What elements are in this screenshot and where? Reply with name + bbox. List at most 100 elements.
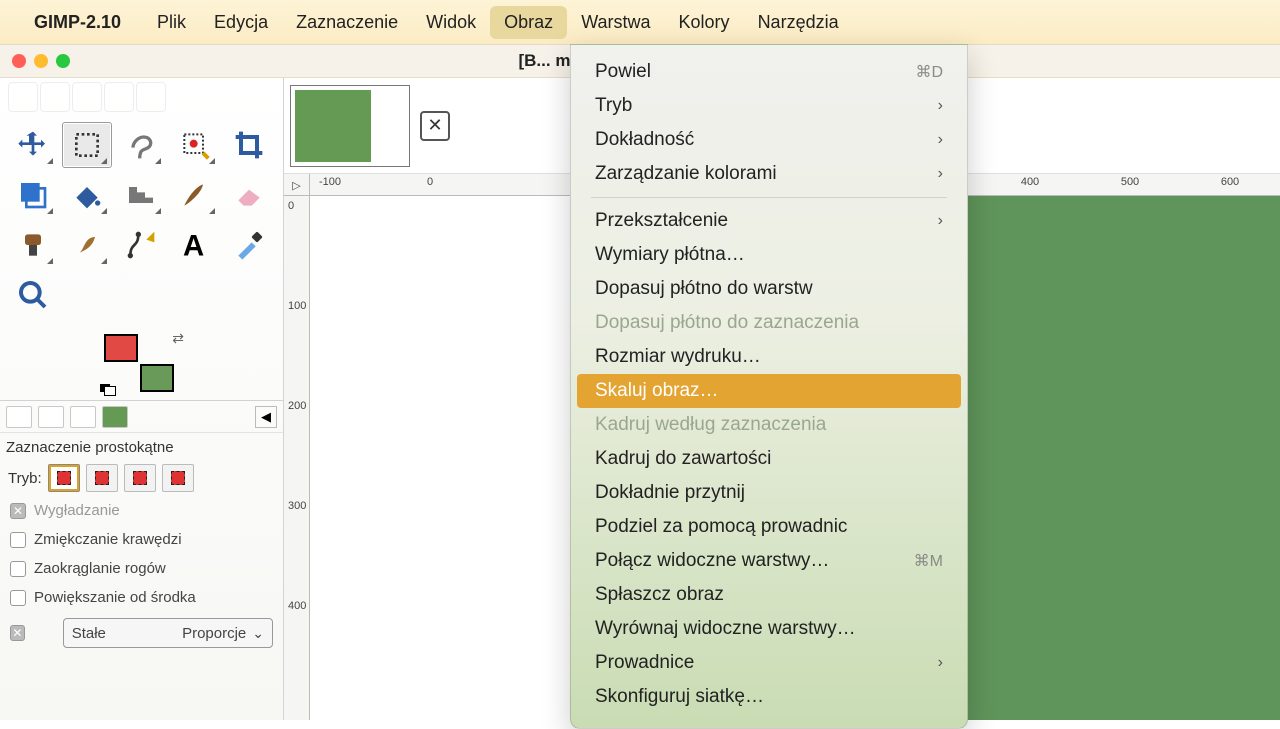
menu-item-label: Skonfiguruj siatkę… (595, 686, 764, 708)
expand-label: Powiększanie od środka (34, 589, 196, 606)
menu-item[interactable]: Kadruj do zawartości (577, 442, 961, 476)
menu-item[interactable]: Skaluj obraz… (577, 374, 961, 408)
menu-plik[interactable]: Plik (143, 6, 200, 39)
chevron-right-icon: › (938, 97, 943, 115)
tool-crop[interactable] (224, 122, 274, 168)
ruler-tick: 400 (288, 600, 306, 612)
menu-narzedzia[interactable]: Narzędzia (744, 6, 853, 39)
reset-colors-icon[interactable] (100, 384, 116, 396)
tool-transform[interactable] (8, 172, 58, 218)
menu-item-label: Podziel za pomocą prowadnic (595, 516, 847, 538)
tool-move[interactable] (8, 122, 58, 168)
menu-widok[interactable]: Widok (412, 6, 490, 39)
menu-item-label: Kadruj według zaznaczenia (595, 414, 826, 436)
ruler-tick: 0 (288, 200, 294, 212)
tool-fuzzy-select[interactable] (170, 122, 220, 168)
tool-clone[interactable] (8, 222, 58, 268)
mode-intersect[interactable] (162, 464, 194, 492)
mode-subtract[interactable] (124, 464, 156, 492)
tool-paintbrush[interactable] (170, 172, 220, 218)
menu-item[interactable]: Rozmiar wydruku… (577, 340, 961, 374)
expand-row[interactable]: Powiększanie od środka (0, 583, 283, 612)
menu-item[interactable]: Połącz widoczne warstwy…⌘M (577, 544, 961, 578)
tab-icon[interactable] (72, 82, 102, 112)
chevron-right-icon: › (938, 212, 943, 230)
close-image-icon[interactable]: ✕ (420, 111, 450, 141)
menu-item[interactable]: Powiel⌘D (577, 55, 961, 89)
menu-item-label: Dokładnie przytnij (595, 482, 745, 504)
tool-text[interactable]: A (170, 222, 220, 268)
chevron-right-icon: › (938, 654, 943, 672)
menu-item[interactable]: Prowadnice› (577, 646, 961, 680)
close-icon[interactable] (12, 54, 26, 68)
tool-rect-select[interactable] (62, 122, 112, 168)
menu-item[interactable]: Dopasuj płótno do warstw (577, 272, 961, 306)
image-thumbnail[interactable] (290, 85, 410, 167)
menu-warstwa[interactable]: Warstwa (567, 6, 664, 39)
app-name[interactable]: GIMP-2.10 (34, 12, 121, 33)
menu-item: Dopasuj płótno do zaznaczenia (577, 306, 961, 340)
expand-checkbox[interactable] (10, 590, 26, 606)
menu-item-label: Spłaszcz obraz (595, 584, 724, 606)
tab-icon[interactable] (136, 82, 166, 112)
rounded-row[interactable]: Zaokrąglanie rogów (0, 554, 283, 583)
background-color[interactable] (140, 364, 174, 392)
options-tab[interactable] (102, 406, 128, 428)
menu-obraz[interactable]: Obraz (490, 6, 567, 39)
panel-menu-icon[interactable]: ◀ (255, 406, 277, 428)
menu-item[interactable]: Zarządzanie kolorami› (577, 157, 961, 191)
ruler-origin-icon[interactable]: ▷ (284, 174, 310, 196)
color-swatches[interactable]: ⇄ (104, 334, 174, 392)
options-tab[interactable] (70, 406, 96, 428)
tab-icon[interactable] (40, 82, 70, 112)
foreground-color[interactable] (104, 334, 138, 362)
tab-icon[interactable] (8, 82, 38, 112)
antialias-checkbox: ✕ (10, 503, 26, 519)
tool-free-select[interactable] (116, 122, 166, 168)
menu-item[interactable]: Podziel za pomocą prowadnic (577, 510, 961, 544)
tool-zoom[interactable] (8, 272, 58, 318)
minimize-icon[interactable] (34, 54, 48, 68)
menu-item[interactable]: Tryb› (577, 89, 961, 123)
options-tab[interactable] (6, 406, 32, 428)
menu-item-label: Dopasuj płótno do zaznaczenia (595, 312, 859, 334)
menu-item-label: Połącz widoczne warstwy… (595, 550, 829, 572)
mode-replace[interactable] (48, 464, 80, 492)
ruler-tick: -100 (319, 176, 341, 188)
mode-add[interactable] (86, 464, 118, 492)
menu-item[interactable]: Dokładność› (577, 123, 961, 157)
menu-item[interactable]: Dokładnie przytnij (577, 476, 961, 510)
feather-row[interactable]: Zmiękczanie krawędzi (0, 525, 283, 554)
options-tab[interactable] (38, 406, 64, 428)
menu-item[interactable]: Przekształcenie› (577, 204, 961, 238)
fixed-combo[interactable]: Stałe Proporcje ⌄ (63, 618, 273, 648)
tool-bucket-fill[interactable] (62, 172, 112, 218)
tool-smudge[interactable] (62, 222, 112, 268)
zoom-icon[interactable] (56, 54, 70, 68)
menu-edycja[interactable]: Edycja (200, 6, 282, 39)
tool-eraser[interactable] (224, 172, 274, 218)
menu-item[interactable]: Wymiary płótna… (577, 238, 961, 272)
menu-item-label: Skaluj obraz… (595, 380, 719, 402)
fixed-row[interactable]: ✕ Stałe Proporcje ⌄ (0, 612, 283, 654)
feather-checkbox[interactable] (10, 532, 26, 548)
combo-right: Proporcje (182, 625, 246, 642)
ruler-tick: 100 (288, 300, 306, 312)
menu-item[interactable]: Spłaszcz obraz (577, 578, 961, 612)
menu-item[interactable]: Skonfiguruj siatkę… (577, 680, 961, 714)
rounded-label: Zaokrąglanie rogów (34, 560, 166, 577)
menu-item-label: Wyrównaj widoczne warstwy… (595, 618, 856, 640)
chevron-down-icon: ⌄ (252, 625, 264, 642)
menu-item[interactable]: Wyrównaj widoczne warstwy… (577, 612, 961, 646)
tool-path[interactable] (116, 222, 166, 268)
menu-kolory[interactable]: Kolory (665, 6, 744, 39)
swap-colors-icon[interactable]: ⇄ (172, 330, 184, 347)
tool-color-picker[interactable] (224, 222, 274, 268)
menu-zaznaczenie[interactable]: Zaznaczenie (282, 6, 412, 39)
tool-gradient[interactable] (116, 172, 166, 218)
options-tabstrip: ◀ (0, 400, 283, 432)
ruler-tick: 0 (427, 176, 433, 188)
fixed-checkbox[interactable]: ✕ (10, 625, 25, 641)
tab-icon[interactable] (104, 82, 134, 112)
rounded-checkbox[interactable] (10, 561, 26, 577)
